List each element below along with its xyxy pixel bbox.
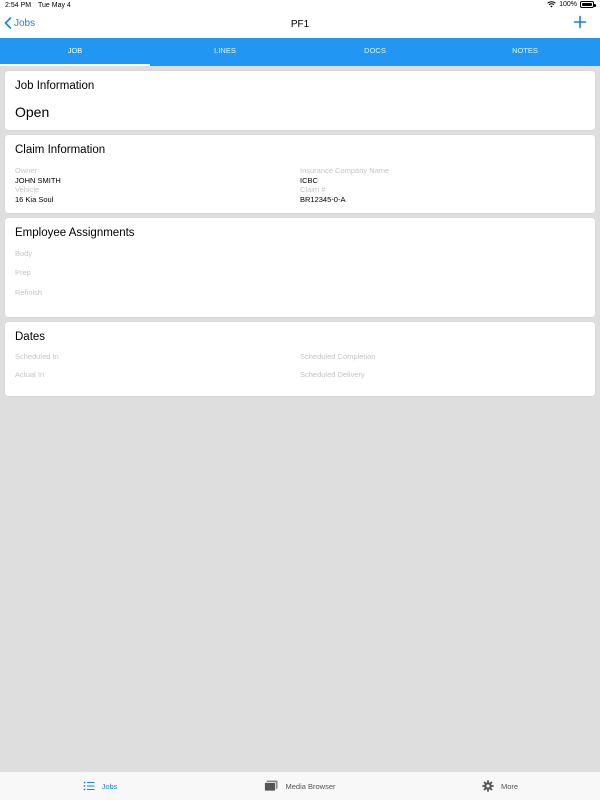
job-status: Open xyxy=(15,104,50,120)
status-time: 2:54 PM xyxy=(5,2,32,9)
status-date: Tue May 4 xyxy=(38,2,71,9)
bottom-tab-bar: Jobs Media Browser More xyxy=(0,771,600,800)
claim-number-value: BR12345-0-A xyxy=(300,195,346,204)
actual-in-label[interactable]: Actual In xyxy=(15,370,44,379)
vehicle-label: Vehicle xyxy=(15,185,40,194)
owner-label: Owner xyxy=(15,166,38,175)
claim-information-title: Claim Information xyxy=(15,144,106,156)
employee-assignments-card: Employee Assignments Body Prep Refinish xyxy=(5,218,595,317)
scheduled-delivery-label[interactable]: Scheduled Delivery xyxy=(300,370,365,379)
claim-information-card: Claim Information Owner JOHN SMITH Vehic… xyxy=(5,135,595,213)
claim-number-label: Claim # xyxy=(300,185,326,194)
vehicle-value: 16 Kia Soul xyxy=(15,195,54,204)
tabbar-more[interactable]: More xyxy=(400,772,600,800)
tab-notes[interactable]: NOTES xyxy=(450,38,600,66)
gear-icon xyxy=(482,780,494,792)
owner-value: JOHN SMITH xyxy=(15,176,61,185)
battery-icon xyxy=(580,1,596,8)
dates-title: Dates xyxy=(15,331,46,343)
job-information-card: Job Information Open xyxy=(5,71,595,130)
prep-label[interactable]: Prep xyxy=(15,268,31,277)
employee-assignments-title: Employee Assignments xyxy=(15,227,135,239)
tabbar-more-label: More xyxy=(500,781,519,791)
refinish-label[interactable]: Refinish xyxy=(15,288,42,297)
tab-docs[interactable]: DOCS xyxy=(300,38,450,66)
tabbar-jobs[interactable]: Jobs xyxy=(0,772,200,800)
body-label[interactable]: Body xyxy=(15,249,32,258)
media-icon xyxy=(264,780,278,792)
status-bar: 2:54 PM Tue May 4 100% xyxy=(0,0,600,12)
segment-tabs: JOB LINES DOCS NOTES xyxy=(0,38,600,66)
wifi-icon xyxy=(547,1,556,8)
add-icon[interactable] xyxy=(573,15,587,29)
tab-lines[interactable]: LINES xyxy=(150,38,300,66)
insurance-company-label: Insurance Company Name xyxy=(300,166,390,175)
dates-card: Dates Scheduled In Actual In Scheduled C… xyxy=(5,322,595,396)
tabbar-media-browser-label: Media Browser xyxy=(285,781,336,791)
job-information-title: Job Information xyxy=(15,80,95,92)
insurance-company-value: ICBC xyxy=(300,176,318,185)
list-icon xyxy=(83,781,95,791)
scheduled-in-label[interactable]: Scheduled In xyxy=(15,352,59,361)
navigation-bar: Jobs PF1 xyxy=(0,12,600,38)
tabbar-media-browser[interactable]: Media Browser xyxy=(200,772,400,800)
page-title: PF1 xyxy=(290,19,310,30)
tab-job[interactable]: JOB xyxy=(0,38,150,66)
battery-percent: 100% xyxy=(559,1,577,8)
status-right: 100% xyxy=(547,1,596,8)
tabbar-jobs-label: Jobs xyxy=(101,781,118,791)
scheduled-completion-label[interactable]: Scheduled Completion xyxy=(300,352,375,361)
